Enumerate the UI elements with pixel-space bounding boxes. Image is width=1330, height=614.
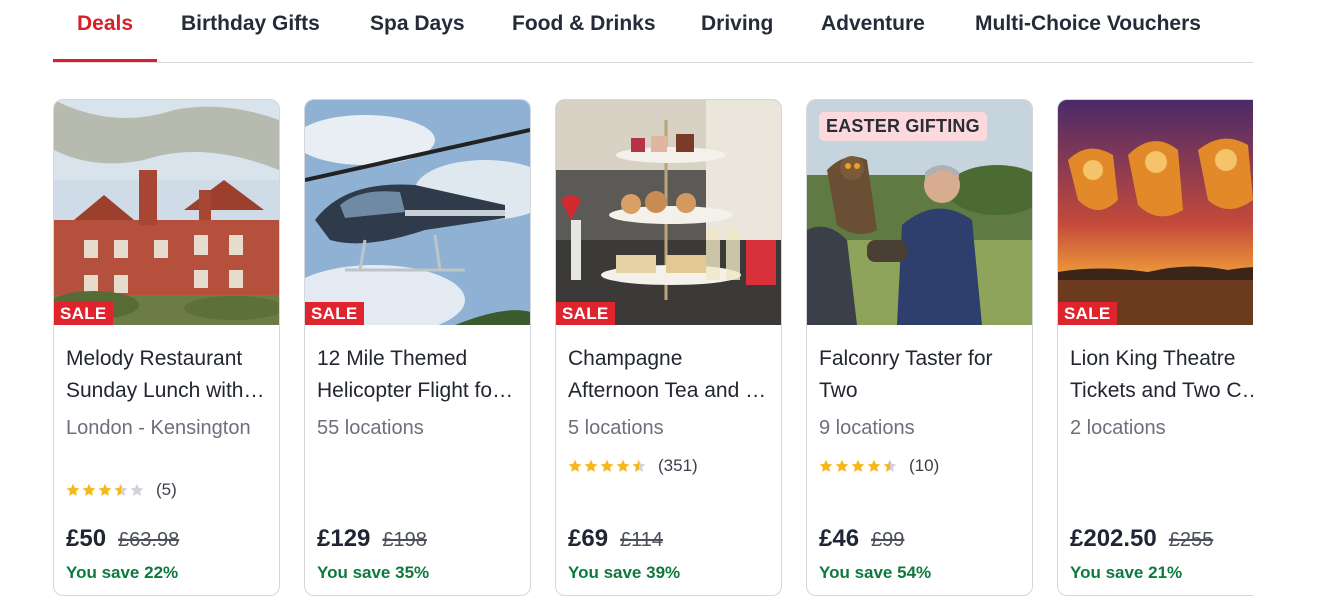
original-price: £114 — [620, 529, 664, 551]
star-icon — [867, 459, 881, 472]
product-title: Falconry Taster for Two — [819, 343, 1022, 407]
product-title-line: Melody Restaurant — [66, 347, 243, 370]
star-icon — [819, 459, 833, 472]
sale-price: £129 — [317, 525, 371, 552]
price-row: £46 £99 — [819, 525, 904, 555]
product-card[interactable]: EASTER GIFTING Falconry Taster for Two 9… — [806, 99, 1033, 596]
product-card[interactable]: SALE Champagne Afternoon Tea and More fo… — [555, 99, 782, 596]
tab-birthday-gifts[interactable]: Birthday Gifts — [181, 12, 320, 42]
active-tab-indicator — [53, 59, 157, 62]
helicopter-photo: SALE — [305, 100, 530, 325]
star-icon — [851, 459, 865, 472]
product-rating: (5) — [66, 480, 177, 500]
rating-count: (10) — [909, 456, 940, 475]
star-rating — [568, 459, 646, 473]
product-title-line: Helicopter Flight for One — [317, 379, 520, 402]
product-card[interactable]: SALE Melody Restaurant Sunday Lunch with… — [53, 99, 280, 596]
star-icon — [66, 483, 80, 496]
star-icon — [616, 459, 630, 472]
sale-price: £69 — [568, 525, 609, 552]
savings-text: You save 54% — [819, 563, 932, 582]
star-icon — [600, 459, 614, 472]
sale-price: £50 — [66, 525, 107, 552]
price-row: £69 £114 — [568, 525, 663, 555]
product-title-line: Afternoon Tea and More for Two — [568, 379, 771, 402]
tab-multi-choice-vouchers[interactable]: Multi-Choice Vouchers — [975, 12, 1201, 42]
product-title-line: 12 Mile Themed — [317, 347, 468, 370]
afternoon-tea-photo: SALE — [556, 100, 781, 325]
falconry-owl-photo: EASTER GIFTING — [807, 100, 1032, 325]
product-title: 12 Mile Themed Helicopter Flight for One — [317, 343, 520, 407]
star-icon — [584, 459, 598, 472]
tab-deals[interactable]: Deals — [77, 12, 133, 42]
tab-food-drinks[interactable]: Food & Drinks — [512, 12, 656, 42]
sale-badge: SALE — [556, 302, 615, 325]
savings-text: You save 22% — [66, 563, 179, 582]
category-tabs: Deals Birthday Gifts Spa Days Food & Dri… — [53, 0, 1253, 63]
sale-badge: SALE — [305, 302, 364, 325]
product-title-line: Tickets and Two Course Meal — [1070, 379, 1253, 402]
sale-price: £202.50 — [1070, 525, 1157, 552]
original-price: £99 — [871, 529, 905, 551]
star-icon — [568, 459, 582, 472]
product-location: 9 locations — [819, 417, 915, 439]
star-icon — [98, 483, 112, 496]
star-icon — [835, 459, 849, 472]
easter-gifting-badge: EASTER GIFTING — [819, 112, 987, 141]
price-row: £202.50 £255 — [1070, 525, 1213, 555]
product-location: London - Kensington — [66, 417, 251, 439]
sale-badge: SALE — [1058, 302, 1117, 325]
star-icon — [883, 459, 897, 472]
star-icon — [632, 459, 646, 472]
star-rating — [66, 483, 144, 497]
product-title-line: Falconry Taster for — [819, 347, 993, 370]
star-icon — [82, 483, 96, 496]
tab-driving[interactable]: Driving — [701, 12, 773, 42]
product-title-line: Sunday Lunch with Prosecco for Two — [66, 379, 269, 402]
product-title-line: Two — [819, 379, 858, 402]
savings-text: You save 21% — [1070, 563, 1183, 582]
product-card[interactable]: SALE 12 Mile Themed Helicopter Flight fo… — [304, 99, 531, 596]
tab-spa-days[interactable]: Spa Days — [370, 12, 465, 42]
rating-count: (5) — [156, 480, 177, 499]
original-price: £63.98 — [118, 529, 180, 551]
product-title: Lion King Theatre Tickets and Two Course… — [1070, 343, 1253, 407]
rating-count: (351) — [658, 456, 698, 475]
price-row: £50 £63.98 — [66, 525, 179, 555]
product-carousel: SALE Melody Restaurant Sunday Lunch with… — [53, 99, 1253, 599]
tab-adventure[interactable]: Adventure — [821, 12, 925, 42]
product-location: 2 locations — [1070, 417, 1166, 439]
star-rating — [819, 459, 897, 473]
lion-king-stage-photo: SALE — [1058, 100, 1253, 325]
original-price: £255 — [1168, 529, 1214, 551]
original-price: £198 — [382, 529, 427, 551]
star-icon — [114, 483, 128, 496]
sale-price: £46 — [819, 525, 860, 552]
star-icon — [130, 483, 144, 496]
product-title: Melody Restaurant Sunday Lunch with Pros… — [66, 343, 269, 407]
red-brick-mansion-photo: SALE — [54, 100, 279, 325]
product-card[interactable]: SALE Lion King Theatre Tickets and Two C… — [1057, 99, 1253, 596]
sale-badge: SALE — [54, 302, 113, 325]
product-rating: (351) — [568, 456, 698, 476]
product-title-line: Lion King Theatre — [1070, 347, 1236, 370]
product-location: 5 locations — [568, 417, 664, 439]
product-rating: (10) — [819, 456, 939, 476]
product-title: Champagne Afternoon Tea and More for Two — [568, 343, 771, 407]
savings-text: You save 35% — [317, 563, 430, 582]
savings-text: You save 39% — [568, 563, 681, 582]
price-row: £129 £198 — [317, 525, 427, 555]
product-title-line: Champagne — [568, 347, 683, 370]
product-location: 55 locations — [317, 417, 424, 439]
